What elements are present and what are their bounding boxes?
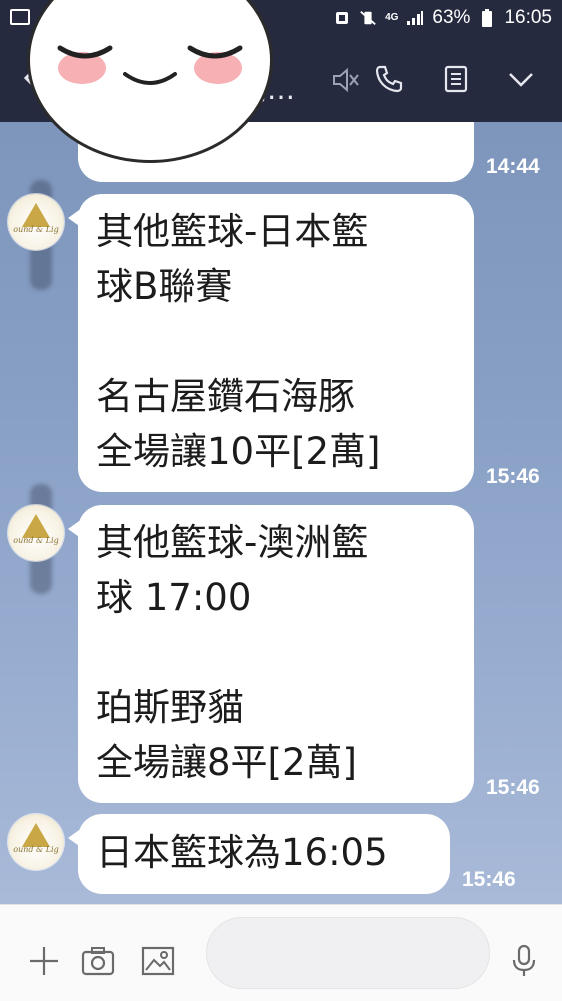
message-time: 14:44 (486, 155, 540, 178)
message-time: 15:46 (462, 868, 516, 891)
battery-icon (478, 9, 496, 27)
microphone-icon[interactable] (506, 943, 542, 979)
clock: 16:05 (504, 7, 552, 28)
logo-text: ound & Lig (13, 845, 59, 854)
sticker[interactable] (30, 0, 270, 160)
avatar[interactable]: ound & Lig (8, 505, 64, 561)
signal-icon (406, 9, 424, 27)
message-bubble[interactable]: 日本籃球為16:05 (68, 814, 450, 894)
logo-text: ound & Lig (13, 536, 59, 545)
sleeping-face-icon (57, 45, 243, 85)
notes-icon[interactable] (440, 63, 472, 95)
logo-pyramid (22, 823, 50, 847)
battery-percent: 63% (432, 7, 471, 28)
phone-icon[interactable] (373, 63, 405, 95)
logo-pyramid (22, 203, 50, 227)
message-time: 15:46 (486, 465, 540, 488)
camera-icon[interactable] (80, 943, 116, 979)
message-input[interactable] (206, 917, 490, 989)
avatar[interactable]: ound & Lig (8, 814, 64, 870)
logo-text: ound & Lig (13, 225, 59, 234)
avatar[interactable]: ound & Lig (8, 194, 64, 250)
chat-area[interactable]: 14:44 ound & Lig 其他籃球-日本籃 球B聯賽 名古屋鑽石海豚 全… (0, 122, 562, 904)
logo-pyramid (22, 514, 50, 538)
vibrate-mute-icon (359, 9, 377, 27)
image-icon[interactable] (140, 943, 176, 979)
message-bubble[interactable]: 其他籃球-日本籃 球B聯賽 名古屋鑽石海豚 全場讓10平[2萬] (68, 194, 474, 492)
status-icons: 4G 63% 16:05 (333, 7, 552, 29)
message-time: 15:46 (486, 776, 540, 799)
plus-icon[interactable] (26, 943, 62, 979)
message-bubble[interactable]: 其他籃球-澳洲籃 球 17:00 珀斯野貓 全場讓8平[2萬] (68, 505, 474, 803)
recycle-icon (333, 9, 351, 27)
chevron-down-icon[interactable] (505, 63, 537, 95)
mute-icon[interactable] (330, 65, 360, 95)
network-type: 4G (385, 12, 399, 23)
gallery-notification-icon (10, 9, 30, 25)
